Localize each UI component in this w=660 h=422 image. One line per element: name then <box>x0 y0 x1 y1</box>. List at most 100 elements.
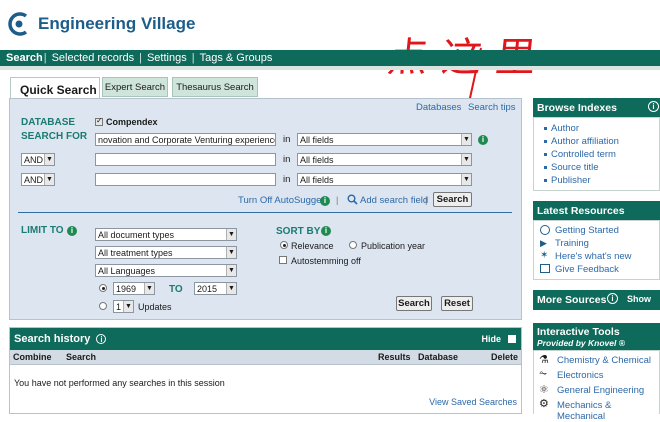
add-search-field-link[interactable]: Add search field <box>360 195 428 206</box>
search-button-top[interactable]: Search <box>433 192 472 207</box>
checkmark-icon: ✓ <box>96 116 103 125</box>
compendex-checkbox[interactable]: ✓ <box>95 116 103 126</box>
doc-type-select[interactable]: All document types ▼ <box>95 228 237 241</box>
history-empty-message: You have not performed any searches in t… <box>14 378 225 388</box>
browse-author-affiliation[interactable]: Author affiliation <box>551 136 619 147</box>
databases-link[interactable]: Databases <box>416 102 461 113</box>
more-sources-title: More Sources <box>537 294 607 306</box>
interactive-tools-subtitle: Provided by Knovel ® <box>537 338 625 348</box>
treatment-select[interactable]: All treatment types ▼ <box>95 246 237 259</box>
dropdown-arrow-icon: ▼ <box>44 154 54 165</box>
field-select-1[interactable]: All fields ▼ <box>297 133 472 146</box>
field-select-3-value: All fields <box>300 175 334 185</box>
pub-year-radio[interactable] <box>349 241 357 249</box>
more-sources-info-icon[interactable]: i <box>607 293 618 304</box>
feedback-icon <box>540 264 550 273</box>
to-label: TO <box>169 284 183 295</box>
resource-whats-new[interactable]: Here's what's new <box>555 251 632 262</box>
field-select-2-value: All fields <box>300 155 334 165</box>
tool-electronics[interactable]: Electronics <box>557 370 603 381</box>
interactive-tools-title: Interactive Tools <box>537 326 620 338</box>
tool-chemistry[interactable]: Chemistry & Chemical <box>557 355 651 366</box>
col-database: Database <box>418 352 459 362</box>
search-tips-link[interactable]: Search tips <box>468 102 516 113</box>
year-to-select[interactable]: 2015 ▼ <box>194 282 237 295</box>
updates-value: 1 <box>116 302 122 312</box>
year-range-radio[interactable] <box>99 284 107 292</box>
hide-link[interactable]: Hide <box>481 334 501 344</box>
search-term-1[interactable]: novation and Corporate Venturing experie… <box>95 133 276 146</box>
browse-controlled-term[interactable]: Controlled term <box>551 149 616 160</box>
tab-thesaurus-search[interactable]: Thesaurus Search <box>172 77 258 97</box>
nav-settings[interactable]: Settings <box>147 52 187 64</box>
in-label-1: in <box>283 134 291 145</box>
autosuggest-info-icon[interactable]: i <box>320 196 330 206</box>
training-icon: ▶ <box>540 238 547 248</box>
search-term-3[interactable] <box>95 173 276 186</box>
language-select[interactable]: All Languages ▼ <box>95 264 237 277</box>
relevance-label: Relevance <box>291 241 334 251</box>
tool-general-engineering[interactable]: General Engineering <box>557 385 644 396</box>
browse-publisher[interactable]: Publisher <box>551 175 591 186</box>
latest-resources-header: Latest Resources <box>533 201 660 220</box>
history-info-icon[interactable]: i <box>96 334 107 344</box>
dropdown-arrow-icon: ▼ <box>226 265 236 276</box>
sort-by-label: SORT BY <box>276 226 321 237</box>
search-for-label: SEARCH FOR <box>21 131 88 142</box>
browse-author[interactable]: Author <box>551 123 579 134</box>
resource-training[interactable]: Training <box>555 238 589 249</box>
dropdown-arrow-icon: ▼ <box>461 154 471 165</box>
more-sources-show[interactable]: Show <box>627 294 651 304</box>
nav-selected-records[interactable]: Selected records <box>52 52 135 64</box>
atom-icon: ⚛ <box>539 384 549 396</box>
sort-info-icon[interactable]: i <box>321 226 331 236</box>
col-search: Search <box>66 352 97 362</box>
tab-expert-search[interactable]: Expert Search <box>102 77 168 97</box>
dropdown-arrow-icon: ▼ <box>144 283 154 294</box>
dropdown-arrow-icon: ▼ <box>226 283 236 294</box>
relevance-radio[interactable] <box>280 241 288 249</box>
separator: | <box>336 195 339 205</box>
treatment-value: All treatment types <box>98 248 173 258</box>
search-term-2[interactable] <box>95 153 276 166</box>
browse-indexes-header: Browse Indexes i <box>533 98 660 117</box>
top-nav: Search | Selected records | Settings | Tags… <box>0 50 660 66</box>
search-button-bottom[interactable]: Search <box>396 296 432 311</box>
year-from-select[interactable]: 1969 ▼ <box>113 282 155 295</box>
compendex-label: Compendex <box>106 117 158 127</box>
info-icon[interactable]: i <box>478 135 488 145</box>
bullet-icon <box>544 166 547 169</box>
gear-icon: ⚙ <box>539 398 549 410</box>
connector-select-2[interactable]: AND ▼ <box>21 173 55 186</box>
updates-radio[interactable] <box>99 302 107 310</box>
limit-info-icon[interactable]: i <box>67 226 77 236</box>
connector-select-1[interactable]: AND ▼ <box>21 153 55 166</box>
reset-button[interactable]: Reset <box>441 296 473 311</box>
tool-mechanics[interactable]: Mechanics & Mechanical <box>557 400 660 422</box>
bullet-icon <box>544 140 547 143</box>
autostem-checkbox[interactable] <box>279 256 287 264</box>
add-field-icon <box>347 194 358 205</box>
database-label: DATABASE <box>21 117 76 128</box>
browse-info-icon[interactable]: i <box>648 101 659 112</box>
in-label-3: in <box>283 174 291 185</box>
resource-getting-started[interactable]: Getting Started <box>555 225 619 236</box>
field-select-2[interactable]: All fields ▼ <box>297 153 472 166</box>
browse-source-title[interactable]: Source title <box>551 162 599 173</box>
search-history-header: Search history i Hide <box>10 328 521 350</box>
resource-give-feedback[interactable]: Give Feedback <box>555 264 619 275</box>
nav-tags-groups[interactable]: Tags & Groups <box>200 52 273 64</box>
dropdown-arrow-icon: ▼ <box>226 229 236 240</box>
nav-search[interactable]: Search <box>6 52 43 64</box>
view-saved-searches-link[interactable]: View Saved Searches <box>429 397 517 407</box>
hide-checkbox[interactable] <box>508 335 516 343</box>
dropdown-arrow-icon: ▼ <box>123 301 133 312</box>
tab-quick-search[interactable]: Quick Search <box>10 77 100 99</box>
updates-select[interactable]: 1 ▼ <box>113 300 134 313</box>
pub-year-label: Publication year <box>361 241 426 251</box>
field-select-3[interactable]: All fields ▼ <box>297 173 472 186</box>
language-value: All Languages <box>98 266 156 276</box>
autosuggest-toggle[interactable]: Turn Off AutoSuggest <box>238 195 329 206</box>
year-to-value: 2015 <box>197 284 218 294</box>
field-select-1-value: All fields <box>300 135 334 145</box>
